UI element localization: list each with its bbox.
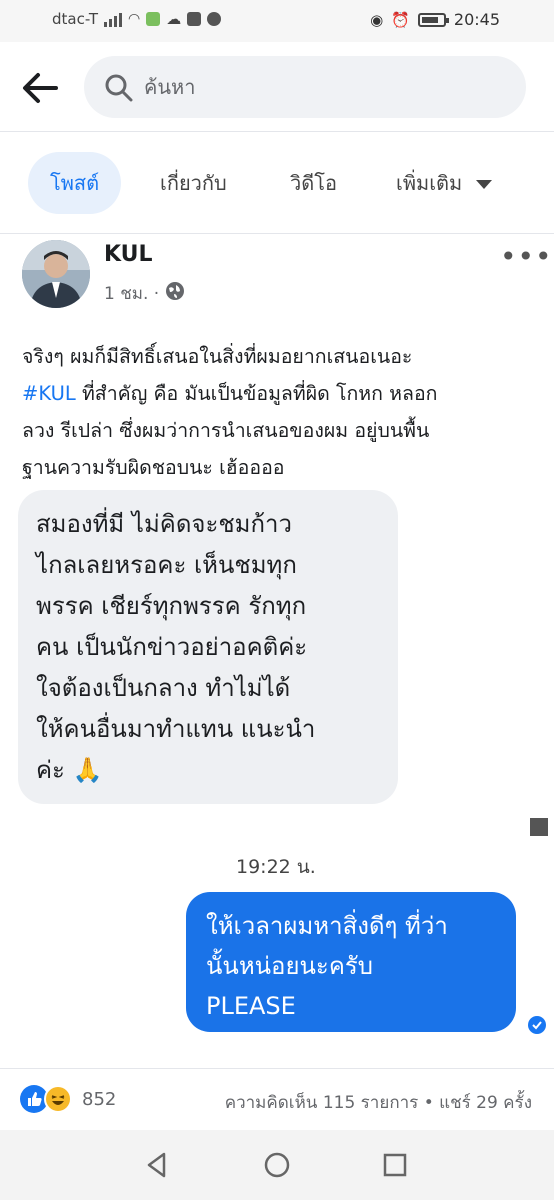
- post-line: จริงๆ ผมก็มีสิทธิ์เสนอในสิ่งที่ผมอยากเสน…: [22, 345, 413, 368]
- cloud-icon: ☁: [166, 10, 182, 28]
- carrier-label: dtac-T: [52, 10, 99, 28]
- message-line: พรรค เชียร์ทุกพรรค รักทุก: [36, 592, 307, 620]
- system-nav-bar: [0, 1130, 554, 1200]
- status-right: ◉ ⏰ 20:45: [370, 10, 500, 29]
- message-line: ให้คนอื่นมาทำแทน แนะนำ: [36, 715, 316, 743]
- tab-posts[interactable]: โพสต์: [28, 152, 122, 214]
- profile-tabs: โพสต์ เกี่ยวกับ วิดีโอ เพิ่มเติม: [0, 132, 554, 234]
- search-bar[interactable]: [84, 56, 526, 118]
- outgoing-message-bubble: ให้เวลาผมหาสิ่งดีๆ ที่ว่า นั้นหน่อยนะครั…: [186, 892, 516, 1032]
- status-bar: dtac-T ◠ ☁ ◉ ⏰ 20:45: [0, 0, 554, 42]
- globe-icon: [165, 281, 185, 306]
- line-icon: [207, 12, 222, 26]
- seen-check-icon: [528, 1016, 546, 1034]
- comments-shares-count[interactable]: ความคิดเห็น 115 รายการ • แชร์ 29 ครั้ง: [225, 1089, 532, 1116]
- message-line: ไกลเลยหรอคะ เห็นชมทุก: [36, 551, 297, 579]
- nav-home-icon[interactable]: [260, 1148, 294, 1182]
- nav-back-icon[interactable]: [140, 1148, 174, 1182]
- message-line: PLEASE: [206, 992, 296, 1020]
- post-body: จริงๆ ผมก็มีสิทธิ์เสนอในสิ่งที่ผมอยากเสน…: [22, 338, 537, 486]
- post-meta: 1 ชม. ·: [104, 280, 185, 307]
- shop-icon: [187, 12, 202, 26]
- message-line: นั้นหน่อยนะครับ: [206, 952, 373, 980]
- nav-recents-icon[interactable]: [378, 1148, 412, 1182]
- message-line: ค่ะ 🙏: [36, 756, 103, 784]
- status-left: dtac-T ◠ ☁: [52, 10, 222, 28]
- alarm-icon: ⏰: [391, 10, 410, 29]
- post-line-text: ที่สำคัญ คือ มันเป็นข้อมูลที่ผิด โกหก หล…: [81, 382, 438, 405]
- scroll-marker: [530, 818, 548, 836]
- eye-icon: ◉: [370, 10, 384, 29]
- post-footer: 852 ความคิดเห็น 115 รายการ • แชร์ 29 ครั…: [0, 1068, 554, 1130]
- message-line: สมองที่มี ไม่คิดจะชมก้าว: [36, 510, 292, 538]
- tab-about[interactable]: เกี่ยวกับ: [160, 152, 227, 214]
- search-icon: [104, 73, 134, 107]
- reaction-count[interactable]: 852: [82, 1089, 116, 1110]
- wifi-icon: ◠: [128, 11, 141, 27]
- avatar[interactable]: [22, 240, 90, 308]
- haha-reaction-icon[interactable]: [44, 1085, 72, 1113]
- clock: 20:45: [453, 10, 500, 29]
- message-timestamp: 19:22 น.: [236, 856, 316, 878]
- incoming-message-bubble: สมองที่มี ไม่คิดจะชมก้าว ไกลเลยหรอคะ เห็…: [18, 490, 398, 804]
- post-line: #KUL ที่สำคัญ คือ มันเป็นข้อมูลที่ผิด โก…: [22, 375, 537, 412]
- app-icon: [146, 12, 161, 26]
- battery-icon: [417, 12, 449, 27]
- message-line: ให้เวลาผมหาสิ่งดีๆ ที่ว่า: [206, 912, 448, 940]
- post-author[interactable]: KUL: [104, 242, 153, 267]
- message-line: คน เป็นนักข่าวอย่าอคติค่ะ: [36, 633, 308, 661]
- post-line: ลวง รีเปล่า ซึ่งผมว่าการนำเสนอของผม อยู่…: [22, 419, 430, 442]
- tab-videos[interactable]: วิดีโอ: [290, 152, 337, 214]
- tab-more-label: เพิ่มเติม: [396, 171, 463, 195]
- message-line: ใจต้องเป็นกลาง ทำไม่ได้: [36, 674, 291, 702]
- signal-icon: [104, 11, 123, 27]
- post-time: 1 ชม. ·: [104, 284, 160, 304]
- more-options-icon[interactable]: •••: [500, 240, 553, 273]
- search-input[interactable]: [144, 70, 504, 104]
- back-arrow-icon[interactable]: [18, 66, 62, 110]
- search-header: [0, 42, 554, 132]
- tab-more[interactable]: เพิ่มเติม: [396, 152, 493, 214]
- caret-down-icon: [476, 180, 493, 189]
- hashtag-link[interactable]: #KUL: [22, 382, 76, 405]
- post-line: ฐานความรับผิดชอบนะ เฮ้ออออ: [22, 456, 285, 479]
